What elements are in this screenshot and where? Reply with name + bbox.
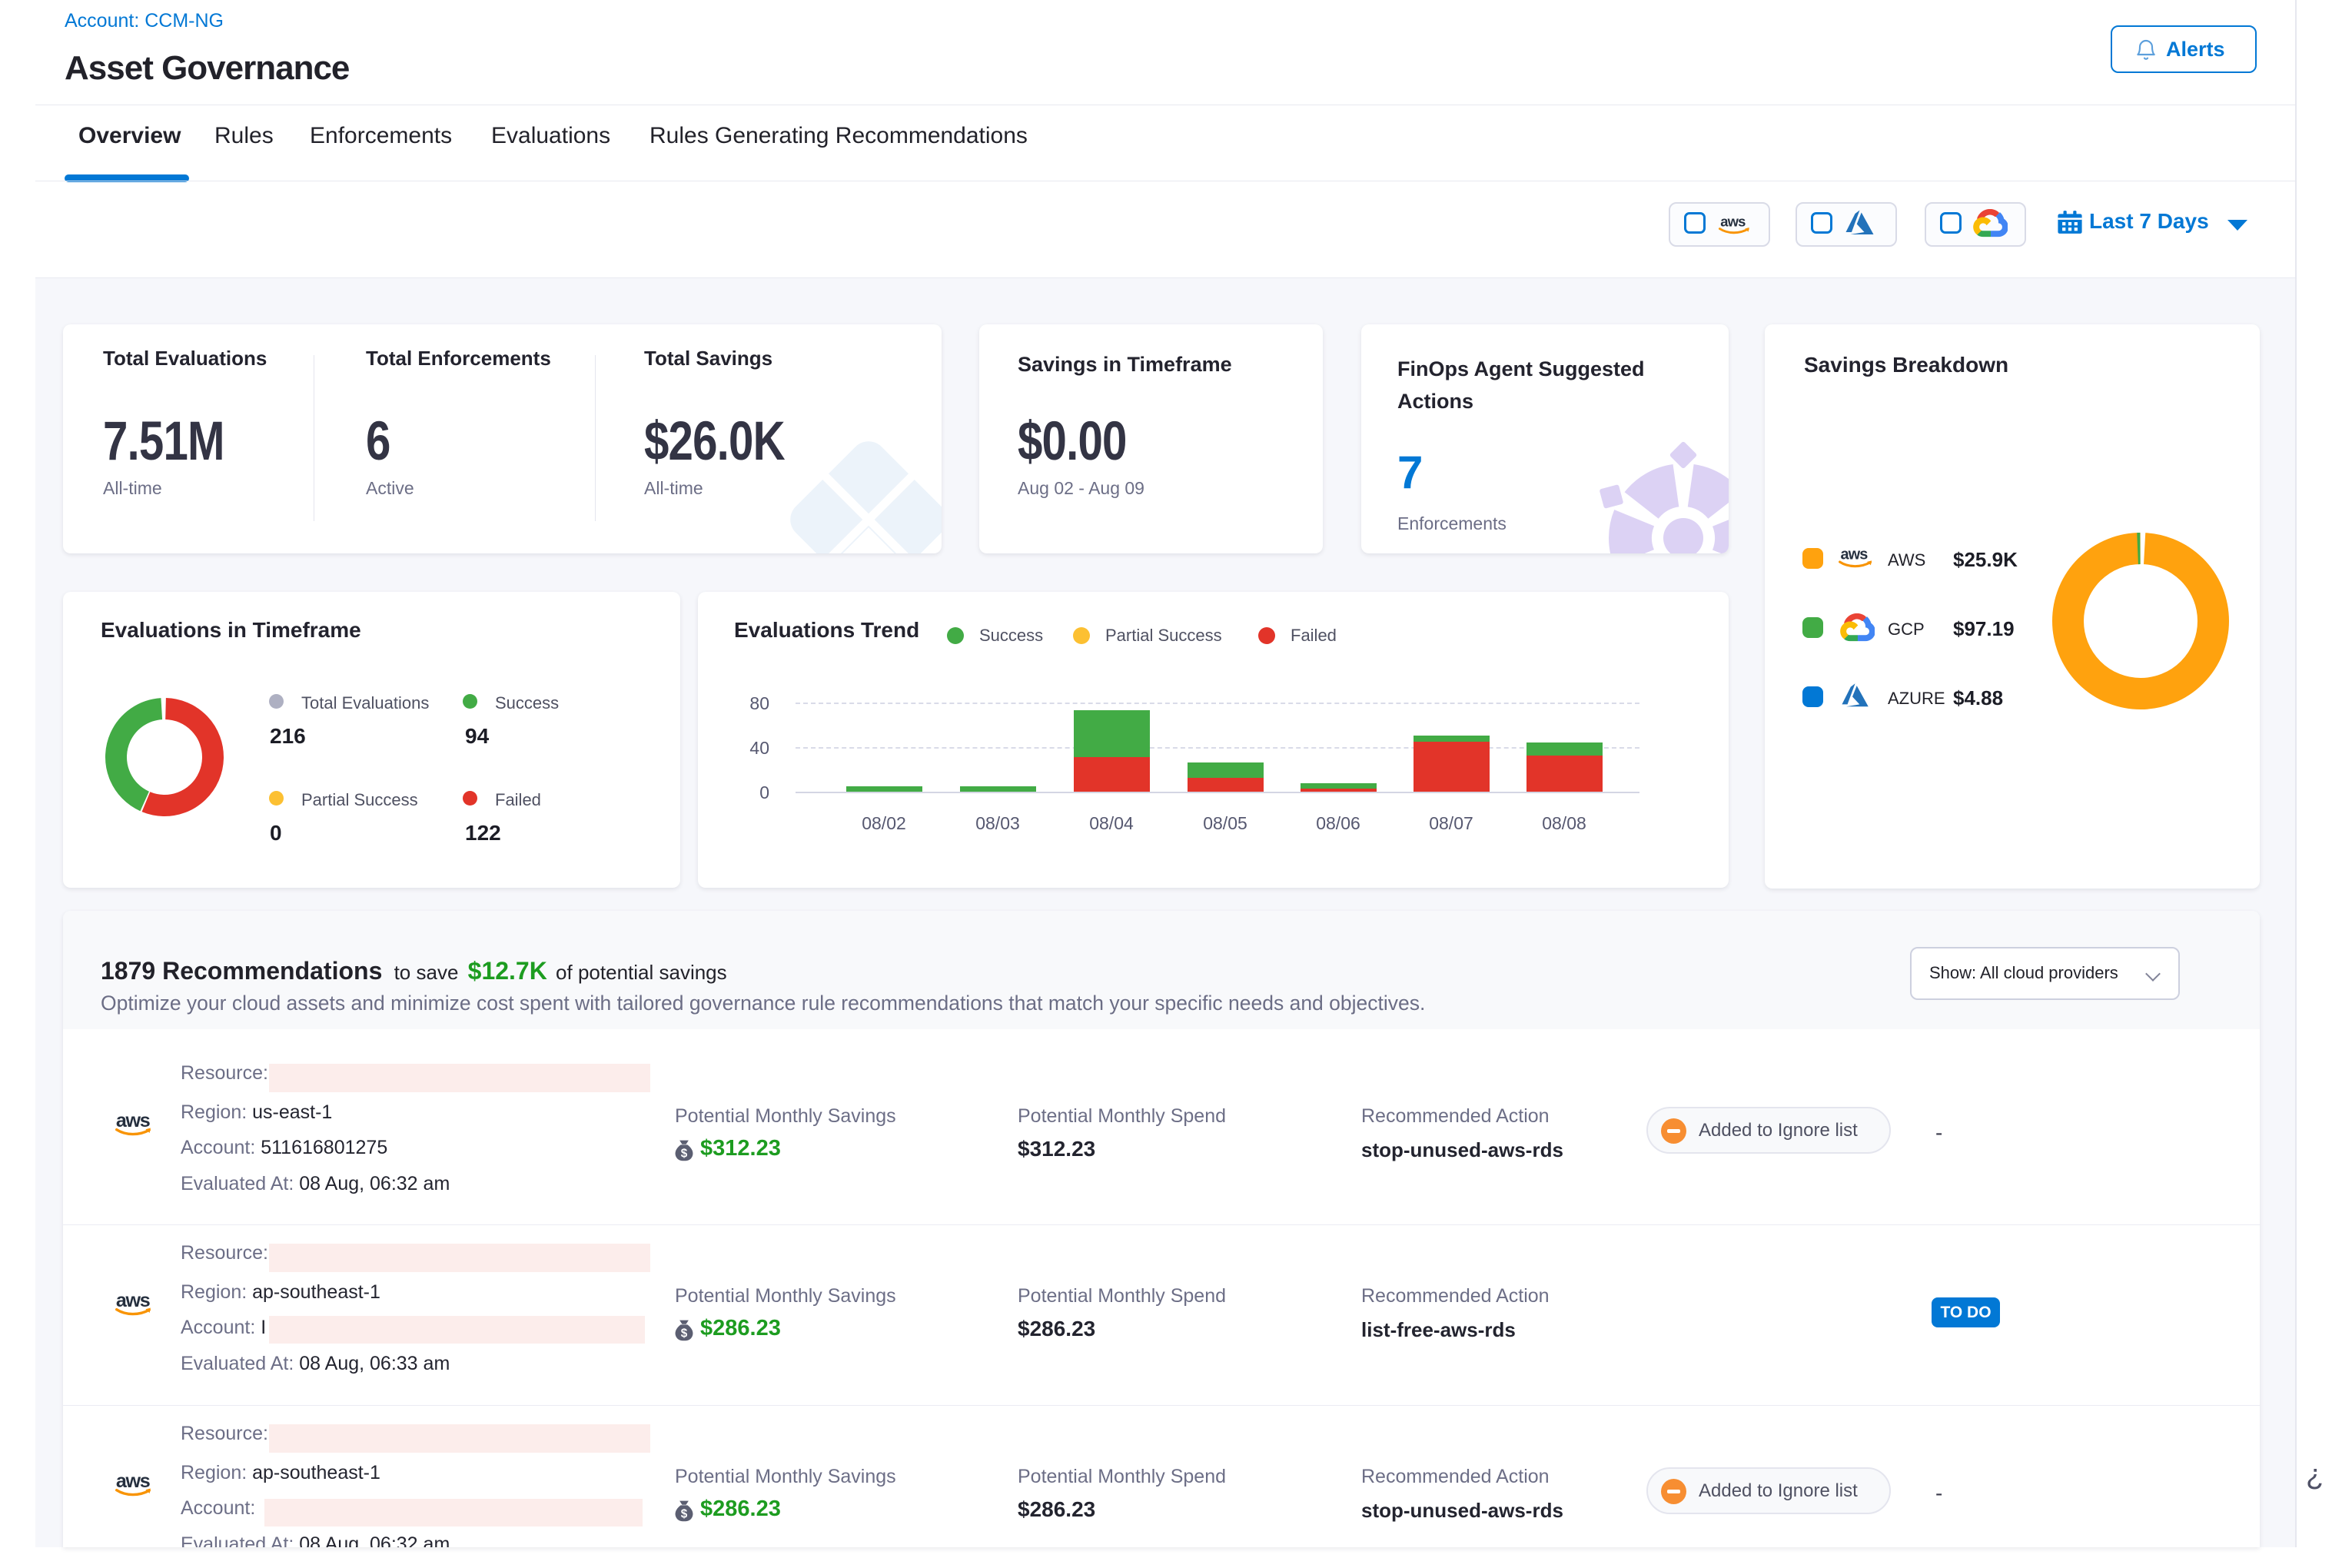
svg-text:aws: aws (1840, 546, 1868, 563)
svg-text:$: $ (681, 1327, 688, 1340)
svg-text:aws: aws (1720, 213, 1746, 229)
svg-text:$: $ (681, 1147, 688, 1160)
svg-text:aws: aws (116, 1470, 150, 1492)
svg-text:aws: aws (116, 1290, 150, 1311)
svg-text:aws: aws (116, 1110, 150, 1131)
svg-text:$: $ (681, 1507, 688, 1520)
